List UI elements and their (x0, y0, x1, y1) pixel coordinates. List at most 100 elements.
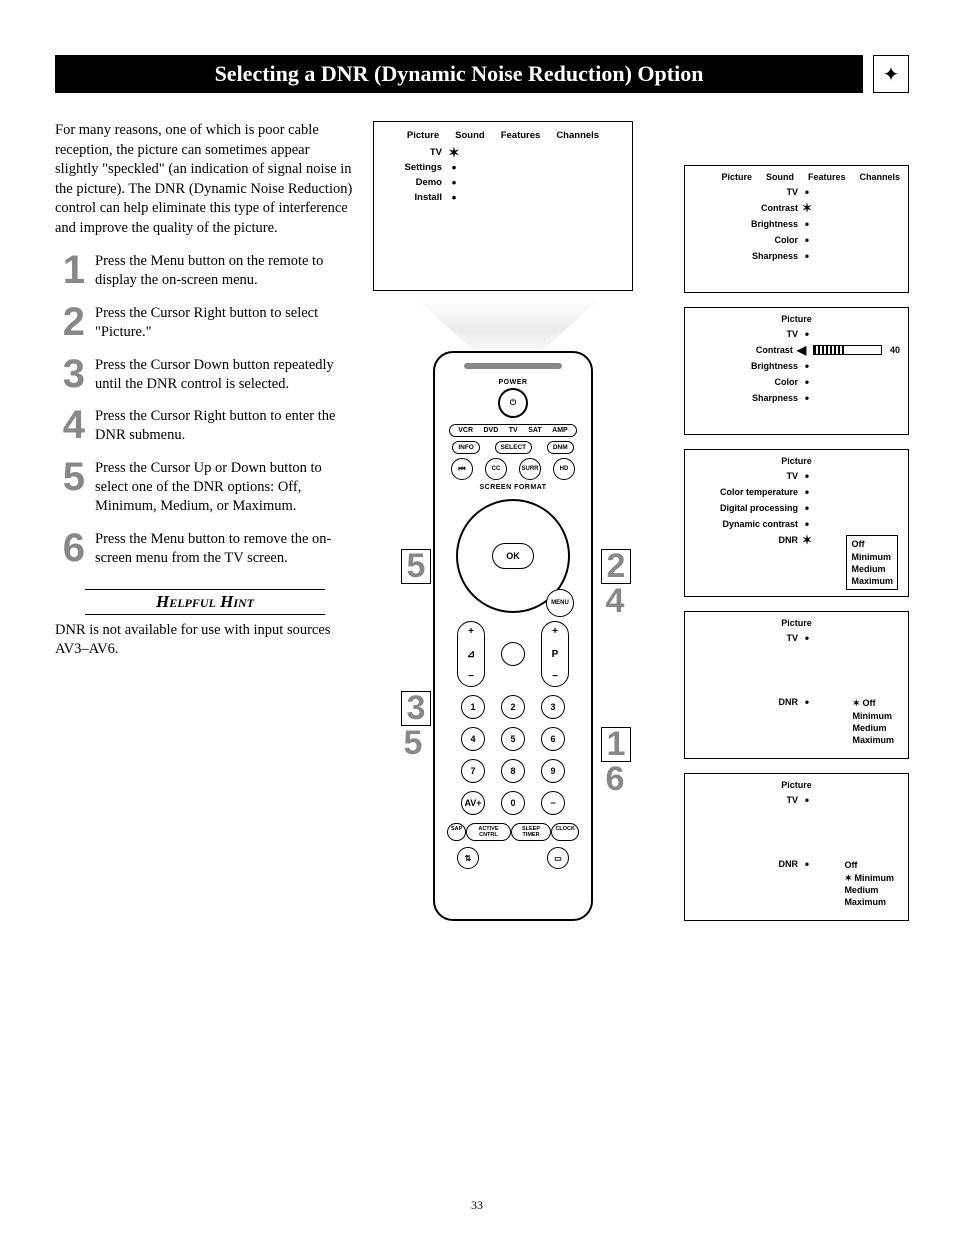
clock-button[interactable]: CLOCK (551, 823, 579, 841)
mode-strip[interactable]: VCR DVD TV SAT AMP (449, 424, 577, 437)
num-button[interactable]: 0 (501, 791, 525, 815)
pip-swap-button[interactable]: ⇅ (457, 847, 479, 869)
mode-btn[interactable]: DVD (484, 427, 499, 434)
power-button[interactable]: ⏻ (498, 388, 528, 418)
cursor-icon: ✶ (802, 534, 812, 546)
dnr-opt: Maximum (844, 896, 894, 908)
step-text: Press the Cursor Right button to enter t… (95, 407, 355, 445)
osd-tab: Features (501, 130, 541, 141)
num-button[interactable]: 3 (541, 695, 565, 719)
osd-screen-main: Picture Sound Features Channels TV✶ Sett… (373, 121, 633, 291)
osd-tab: Channels (859, 172, 900, 182)
osd-screen-dnr-select: Picture TV• Color temperature• Digital p… (684, 449, 909, 597)
hd-button[interactable]: HD (553, 458, 575, 480)
osd-item: Brightness (693, 361, 798, 371)
ok-button[interactable]: OK (492, 543, 534, 569)
num-button[interactable]: 2 (501, 695, 525, 719)
mode-btn[interactable]: TV (509, 427, 518, 434)
step-number: 6 (55, 530, 85, 568)
num-button[interactable]: 8 (501, 759, 525, 783)
osd-item: Contrast (693, 203, 798, 213)
power-label: POWER (443, 379, 583, 386)
num-button[interactable]: 6 (541, 727, 565, 751)
av-button[interactable]: AV+ (461, 791, 485, 815)
intro-paragraph: For many reasons, one of which is poor c… (55, 121, 355, 238)
active-ctrl-button[interactable]: ACTIVE CNTRL (466, 823, 510, 841)
osd-heading: Picture (781, 618, 812, 628)
title-bar: Selecting a DNR (Dynamic Noise Reduction… (55, 55, 909, 93)
program-rocker[interactable]: +P− (541, 621, 569, 687)
osd-tab: Picture (407, 130, 439, 141)
osd-item: TV (693, 633, 798, 643)
step-6: 6 Press the Menu button to remove the on… (55, 530, 355, 568)
cursor-pad[interactable]: OK MENU (456, 499, 570, 613)
dnr-opt: Off (863, 698, 876, 708)
volume-rocker[interactable]: +⊿− (457, 621, 485, 687)
step-number: 1 (55, 252, 85, 290)
osd-tab: Channels (556, 130, 599, 141)
info-button[interactable]: INFO (452, 441, 480, 454)
step-number: 5 (55, 459, 85, 516)
diagram-area: Picture Sound Features Channels TV ✶ Sett… (373, 121, 909, 659)
mode-btn[interactable]: AMP (552, 427, 568, 434)
sleep-button[interactable]: SLEEP TIMER (511, 823, 552, 841)
osd-screen-contrast: Picture TV• Contrast ◀ 40 Brightness• Co… (684, 307, 909, 435)
step-text: Press the Cursor Down button repeatedly … (95, 356, 355, 394)
osd-item: Brightness (693, 219, 798, 229)
menu-button[interactable]: MENU (546, 589, 574, 617)
osd-item: Install (382, 192, 442, 203)
step-list: 1 Press the Menu button on the remote to… (55, 252, 355, 567)
dnr-options: Off ✶ Minimum Medium Maximum (840, 857, 898, 910)
dash-button[interactable]: − (541, 791, 565, 815)
step-3: 3 Press the Cursor Down button repeatedl… (55, 356, 355, 394)
dnr-opt: Minimum (852, 710, 894, 722)
dnr-opt: Off (844, 859, 894, 871)
step-text: Press the Menu button to remove the on-s… (95, 530, 355, 568)
hint-body: DNR is not available for use with input … (55, 621, 355, 659)
rewind-button[interactable]: ⏮ (451, 458, 473, 480)
cursor-icon: ✶ (852, 698, 860, 708)
step-2: 2 Press the Cursor Right button to selec… (55, 304, 355, 342)
select-button[interactable]: SELECT (495, 441, 533, 454)
mode-btn[interactable]: VCR (458, 427, 473, 434)
callout-6: 6 (603, 765, 627, 794)
dnr-opt: Minimum (855, 873, 895, 883)
hint-title: Helpful Hint (85, 589, 325, 615)
surr-button[interactable]: SURR (519, 458, 541, 480)
mode-btn[interactable]: SAT (528, 427, 541, 434)
callout-5a: 5 (401, 549, 431, 584)
dnm-button[interactable]: DNM (547, 441, 574, 454)
mute-button[interactable] (501, 642, 525, 666)
osd-item: Demo (382, 177, 442, 188)
osd-item: Contrast (693, 345, 793, 355)
contrast-slider (813, 345, 882, 355)
step-text: Press the Cursor Right button to select … (95, 304, 355, 342)
osd-item: Settings (382, 162, 442, 173)
dnr-opt: Off (851, 538, 893, 550)
callout-1: 1 (601, 727, 631, 762)
num-button[interactable]: 5 (501, 727, 525, 751)
osd-heading: Picture (781, 780, 812, 790)
dnr-opt: Medium (844, 884, 894, 896)
num-button[interactable]: 7 (461, 759, 485, 783)
osd-item: Sharpness (693, 393, 798, 403)
num-button[interactable]: 4 (461, 727, 485, 751)
osd-tab: Sound (455, 130, 485, 141)
step-4: 4 Press the Cursor Right button to enter… (55, 407, 355, 445)
step-text: Press the Menu button on the remote to d… (95, 252, 355, 290)
num-button[interactable]: 1 (461, 695, 485, 719)
cc-button[interactable]: CC (485, 458, 507, 480)
pip-button[interactable]: ▭ (547, 847, 569, 869)
sap-button[interactable]: SAP (447, 823, 466, 841)
dnr-opt: Minimum (851, 551, 893, 563)
cursor-icon: ✶ (802, 202, 812, 214)
osd-tab: Features (808, 172, 846, 182)
osd-heading: Picture (781, 456, 812, 466)
osd-item: Color temperature (693, 487, 798, 497)
step-5: 5 Press the Cursor Up or Down button to … (55, 459, 355, 516)
dnr-options: ✶ Off Minimum Medium Maximum (848, 695, 898, 748)
number-pad: 1 2 3 4 5 6 7 8 9 AV+ 0 − (457, 695, 569, 815)
ir-window (464, 363, 562, 369)
callout-2: 2 (601, 549, 631, 584)
num-button[interactable]: 9 (541, 759, 565, 783)
